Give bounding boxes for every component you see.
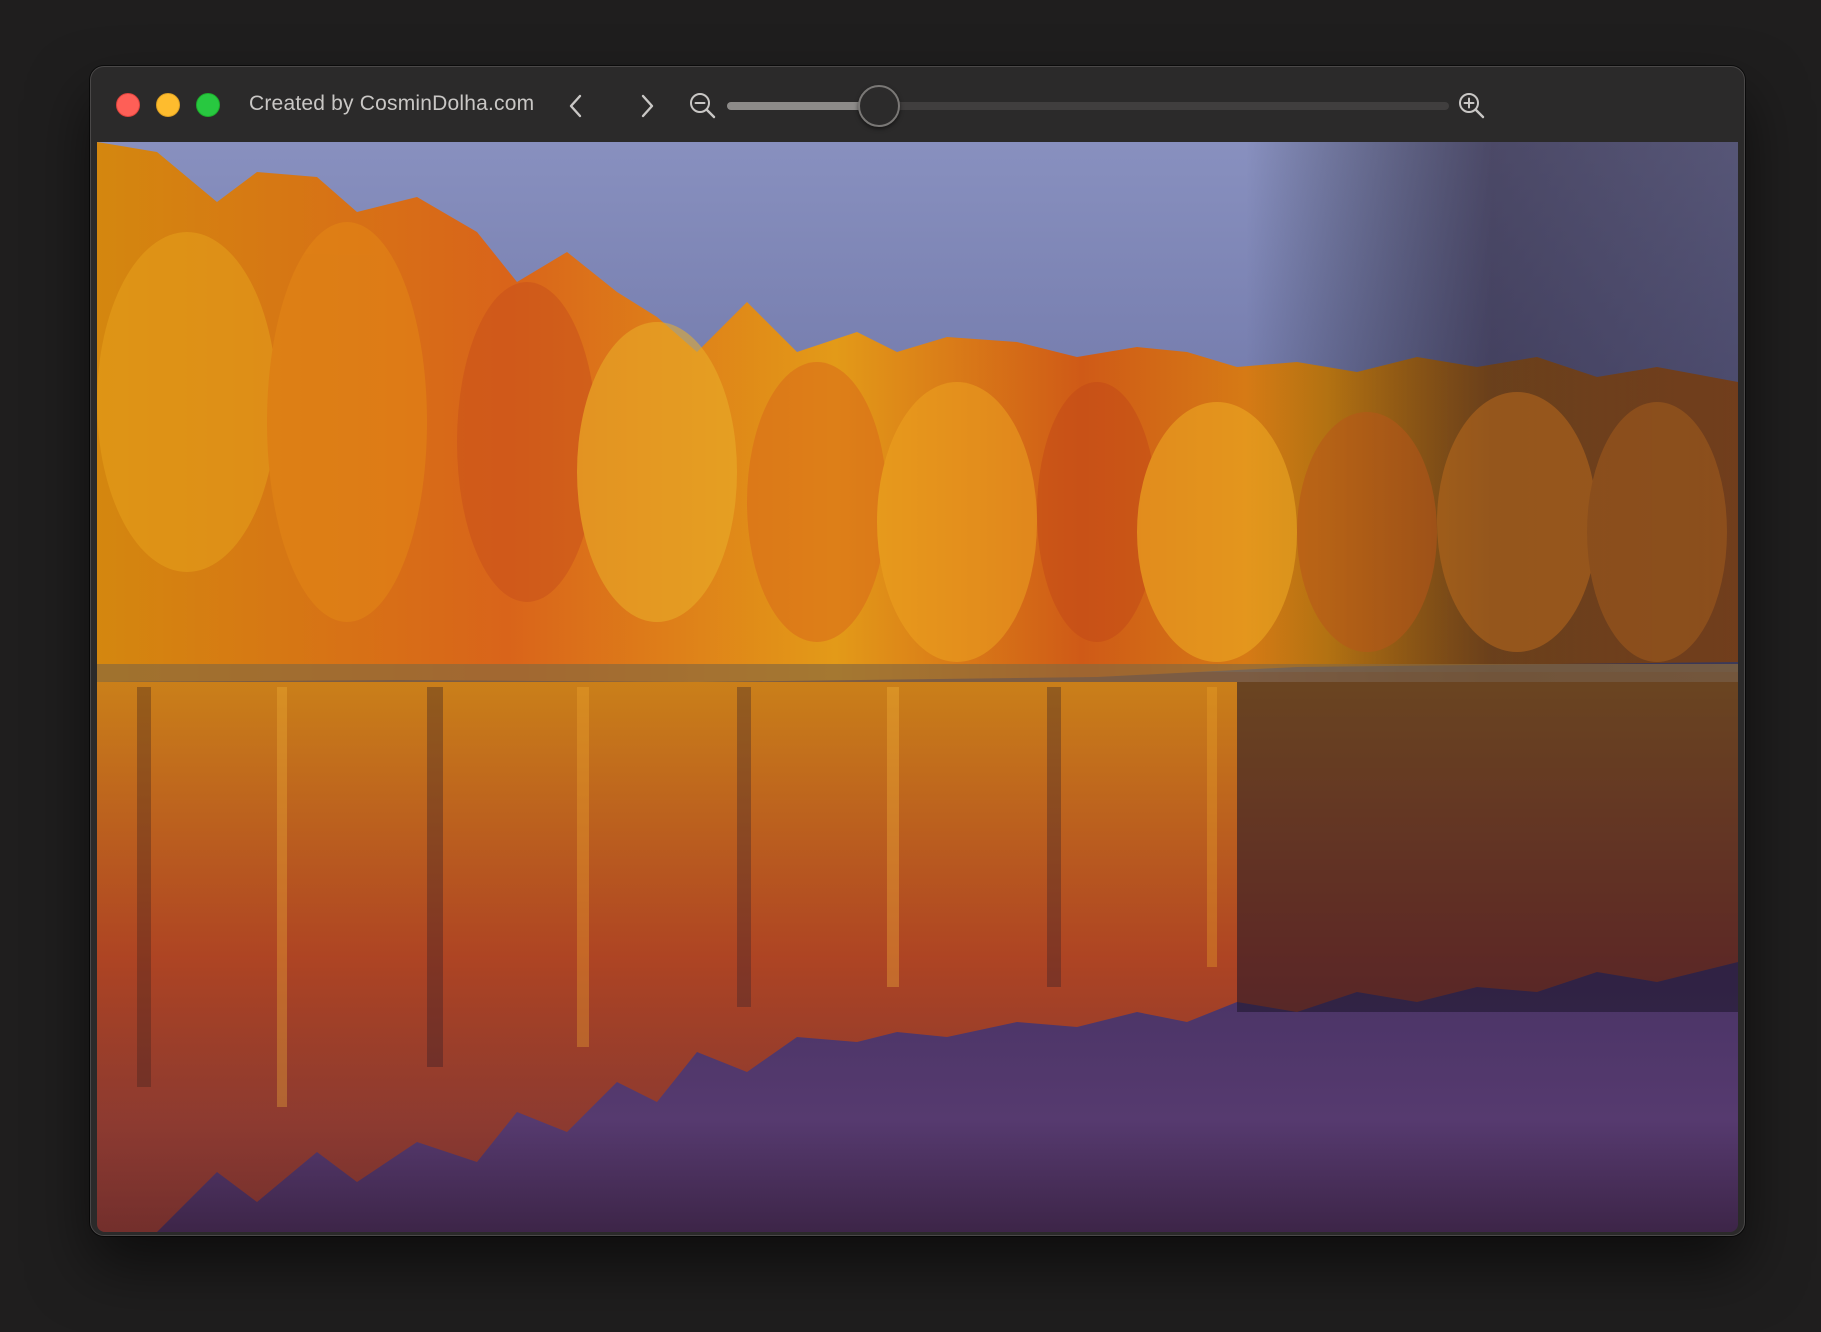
title-bar[interactable]: Created by CosminDolha.com (91, 67, 1744, 141)
autumn-lake-photo (97, 142, 1738, 1232)
zoom-out-icon[interactable] (687, 90, 719, 122)
window-title: Created by CosminDolha.com (249, 92, 535, 115)
zoom-slider[interactable] (727, 85, 1449, 127)
maximize-window-button[interactable] (196, 93, 220, 117)
reflection-shadow (1237, 682, 1738, 1012)
chevron-right-icon (641, 94, 654, 118)
next-image-button[interactable] (627, 86, 667, 126)
zoom-slider-thumb[interactable] (857, 85, 900, 127)
zoom-in-icon[interactable] (1456, 90, 1488, 122)
zoom-slider-fill (727, 102, 879, 110)
chevron-left-icon (569, 94, 582, 118)
previous-image-button[interactable] (556, 86, 596, 126)
shoreline (97, 664, 1738, 682)
viewer-window: Created by CosminDolha.com (90, 66, 1745, 1236)
photo-canvas (97, 142, 1738, 1232)
minimize-window-button[interactable] (156, 93, 180, 117)
close-window-button[interactable] (116, 93, 140, 117)
